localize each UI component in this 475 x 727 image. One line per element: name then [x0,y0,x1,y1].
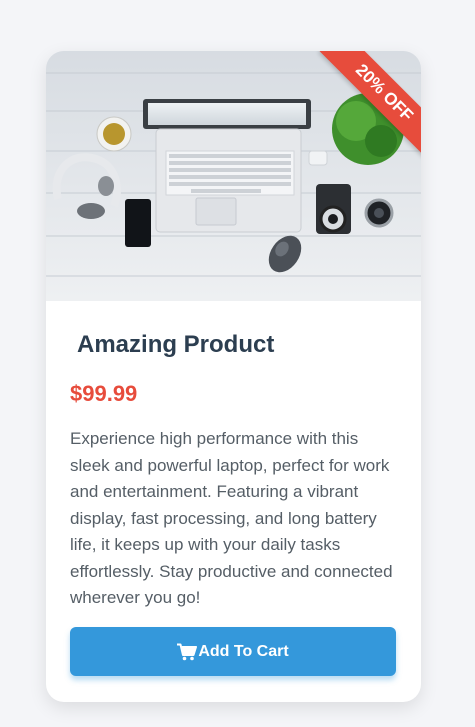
add-to-cart-label: Add To Cart [198,642,289,660]
product-card: 20% OFF Amazing Product $99.99 Experienc… [46,51,421,702]
product-image: 20% OFF [46,51,421,301]
product-title: Amazing Product [77,331,275,358]
product-price: $99.99 [70,381,138,406]
product-description: Experience high performance with this sl… [70,429,393,607]
add-to-cart-button[interactable]: Add To Cart [70,627,396,676]
shopping-cart-icon [177,643,198,661]
